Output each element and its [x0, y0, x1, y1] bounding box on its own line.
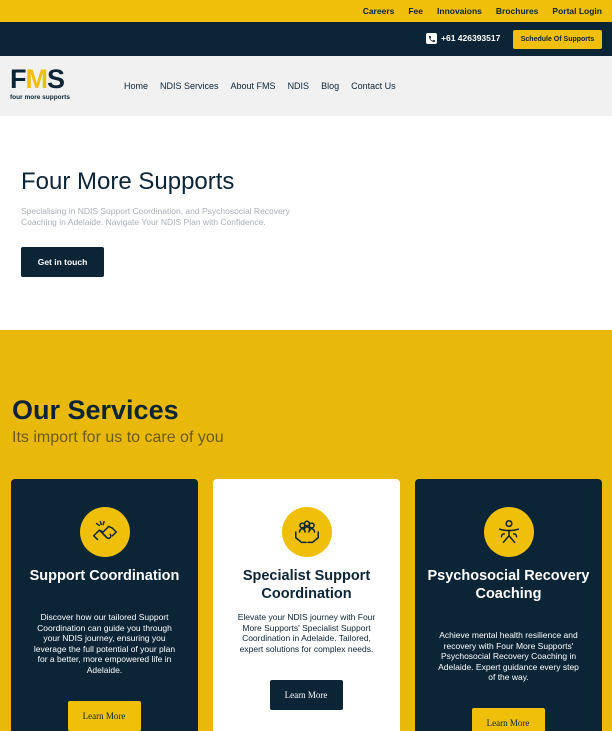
- service-card-support-coordination: Support Coordination Discover how our ta…: [11, 479, 198, 731]
- logo-mark: FMS: [10, 64, 80, 94]
- hero-title: Four More Supports: [21, 168, 235, 195]
- learn-more-button[interactable]: Learn More: [67, 701, 141, 731]
- phone-number: +61 426393517: [441, 33, 501, 43]
- learn-more-button[interactable]: Learn More: [269, 680, 343, 710]
- service-card-specialist-support-coordination: Specialist Support Coordination Elevate …: [213, 479, 400, 731]
- phone-link[interactable]: +61 426393517: [426, 33, 500, 44]
- innovations-link[interactable]: Innovaions: [437, 6, 482, 16]
- card-description: Discover how our tailored Support Coordi…: [33, 612, 176, 675]
- logo-letter-s: S: [47, 64, 65, 94]
- fms-logo[interactable]: FMS four more supports: [10, 66, 80, 106]
- card-title: Specialist Support Coordination: [242, 568, 371, 602]
- nav-ndis[interactable]: NDIS: [288, 81, 310, 92]
- nav-home[interactable]: Home: [124, 81, 148, 92]
- hero-description: Specialising in NDIS Support Coordinatio…: [21, 206, 290, 227]
- card-description: Achieve mental health resilience and rec…: [438, 630, 579, 682]
- main-header: FMS four more supports Home NDIS Service…: [0, 56, 612, 116]
- hero-section: Four More Supports Specialising in NDIS …: [0, 116, 612, 330]
- utility-links: Careers Fee Innovaions Brochures Portal …: [363, 6, 602, 16]
- mental-health-icon: [483, 507, 534, 557]
- nav-contact-us[interactable]: Contact Us: [351, 81, 396, 92]
- card-title: Psychosocial Recovery Coaching: [427, 568, 590, 602]
- card-description: Elevate your NDIS journey with Four More…: [237, 612, 376, 654]
- logo-tagline: four more supports: [10, 94, 70, 101]
- hands-people-icon: [281, 507, 332, 557]
- portal-login-link[interactable]: Portal Login: [552, 6, 602, 16]
- service-card-psychosocial-recovery-coaching: Psychosocial Recovery Coaching Achieve m…: [415, 479, 602, 731]
- services-subtitle: Its import for us to care of you: [12, 429, 224, 446]
- get-in-touch-button[interactable]: Get in touch: [21, 247, 104, 277]
- nav-blog[interactable]: Blog: [321, 81, 339, 92]
- learn-more-button[interactable]: Learn More: [471, 708, 545, 731]
- fee-link[interactable]: Fee: [408, 6, 423, 16]
- careers-link[interactable]: Careers: [363, 6, 395, 16]
- nav-ndis-services[interactable]: NDIS Services: [160, 81, 219, 92]
- services-title: Our Services: [12, 395, 179, 425]
- phone-icon: [426, 33, 437, 44]
- services-section: Our Services Its import for us to care o…: [0, 330, 612, 731]
- handshake-icon: [79, 507, 130, 557]
- logo-letter-f: F: [10, 64, 26, 94]
- nav-about-fms[interactable]: About FMS: [231, 81, 276, 92]
- brochures-link[interactable]: Brochures: [496, 6, 539, 16]
- contact-bar: +61 426393517 Schedule Of Supports: [0, 22, 612, 56]
- logo-letter-m: M: [25, 64, 48, 94]
- top-utility-bar: Careers Fee Innovaions Brochures Portal …: [0, 0, 612, 22]
- schedule-of-supports-button[interactable]: Schedule Of Supports: [513, 30, 602, 49]
- card-title: Support Coordination: [29, 568, 180, 584]
- main-nav: Home NDIS Services About FMS NDIS Blog C…: [124, 81, 408, 92]
